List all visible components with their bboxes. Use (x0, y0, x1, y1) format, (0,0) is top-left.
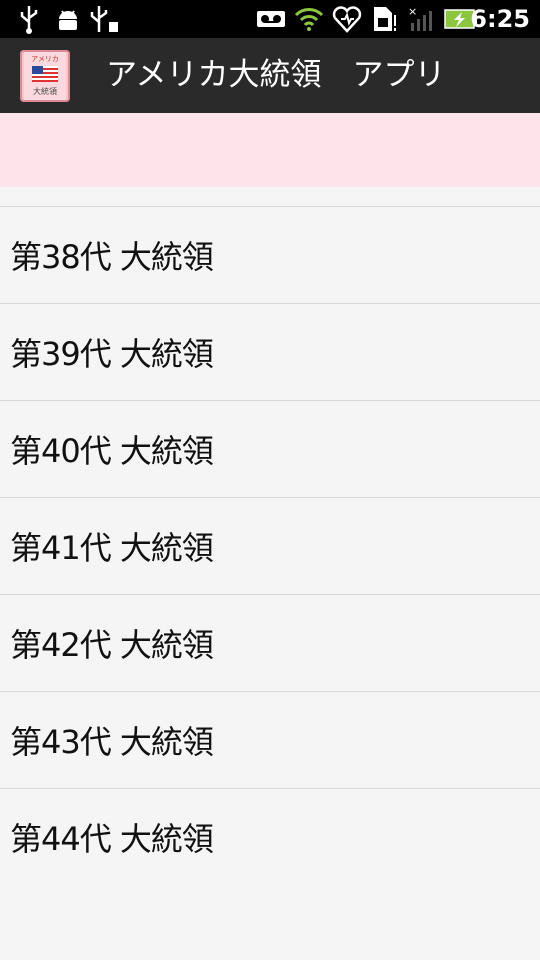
list-item[interactable]: 第40代 大統領 (0, 400, 540, 497)
list-item[interactable]: 第38代 大統領 (0, 206, 540, 303)
list-item-label: 第38代 大統領 (10, 238, 214, 276)
list-item[interactable]: 第39代 大統領 (0, 303, 540, 400)
list-item-label: 第42代 大統領 (10, 626, 214, 664)
president-list: 第38代 大統領 第39代 大統領 第40代 大統領 第41代 大統領 第42代… (0, 206, 540, 885)
app-icon-label-top: アメリカ (31, 55, 59, 63)
usb-icon (16, 4, 42, 34)
app-book-icon[interactable]: アメリカ 大統領 (20, 50, 70, 102)
usb-storage-icon (88, 4, 120, 34)
status-bar: × 6:25 (0, 0, 540, 38)
sim-card-icon (370, 4, 398, 34)
app-icon-label-bottom: 大統領 (33, 86, 57, 96)
list-item-label: 第43代 大統領 (10, 723, 214, 761)
heart-icon (332, 4, 362, 34)
ad-banner[interactable] (0, 113, 540, 187)
list-item-label: 第44代 大統領 (10, 820, 214, 858)
svg-text:×: × (408, 5, 417, 18)
list-item-label: 第41代 大統領 (10, 529, 214, 567)
wifi-icon (294, 4, 324, 34)
action-bar: アメリカ 大統領 アメリカ大統領 アプリ (0, 38, 540, 113)
list-item-label: 第39代 大統領 (10, 335, 214, 373)
status-time: 6:25 (470, 5, 530, 33)
android-debug-icon (54, 4, 82, 34)
list-item[interactable]: 第41代 大統領 (0, 497, 540, 594)
page-title: アメリカ大統領 アプリ (106, 57, 446, 93)
list-item[interactable]: 第42代 大統領 (0, 594, 540, 691)
signal-icon: × (406, 4, 436, 34)
voicemail-icon (256, 4, 286, 34)
list-item-label: 第40代 大統領 (10, 432, 214, 470)
list-item[interactable]: 第44代 大統領 (0, 788, 540, 885)
list-item[interactable]: 第43代 大統領 (0, 691, 540, 788)
